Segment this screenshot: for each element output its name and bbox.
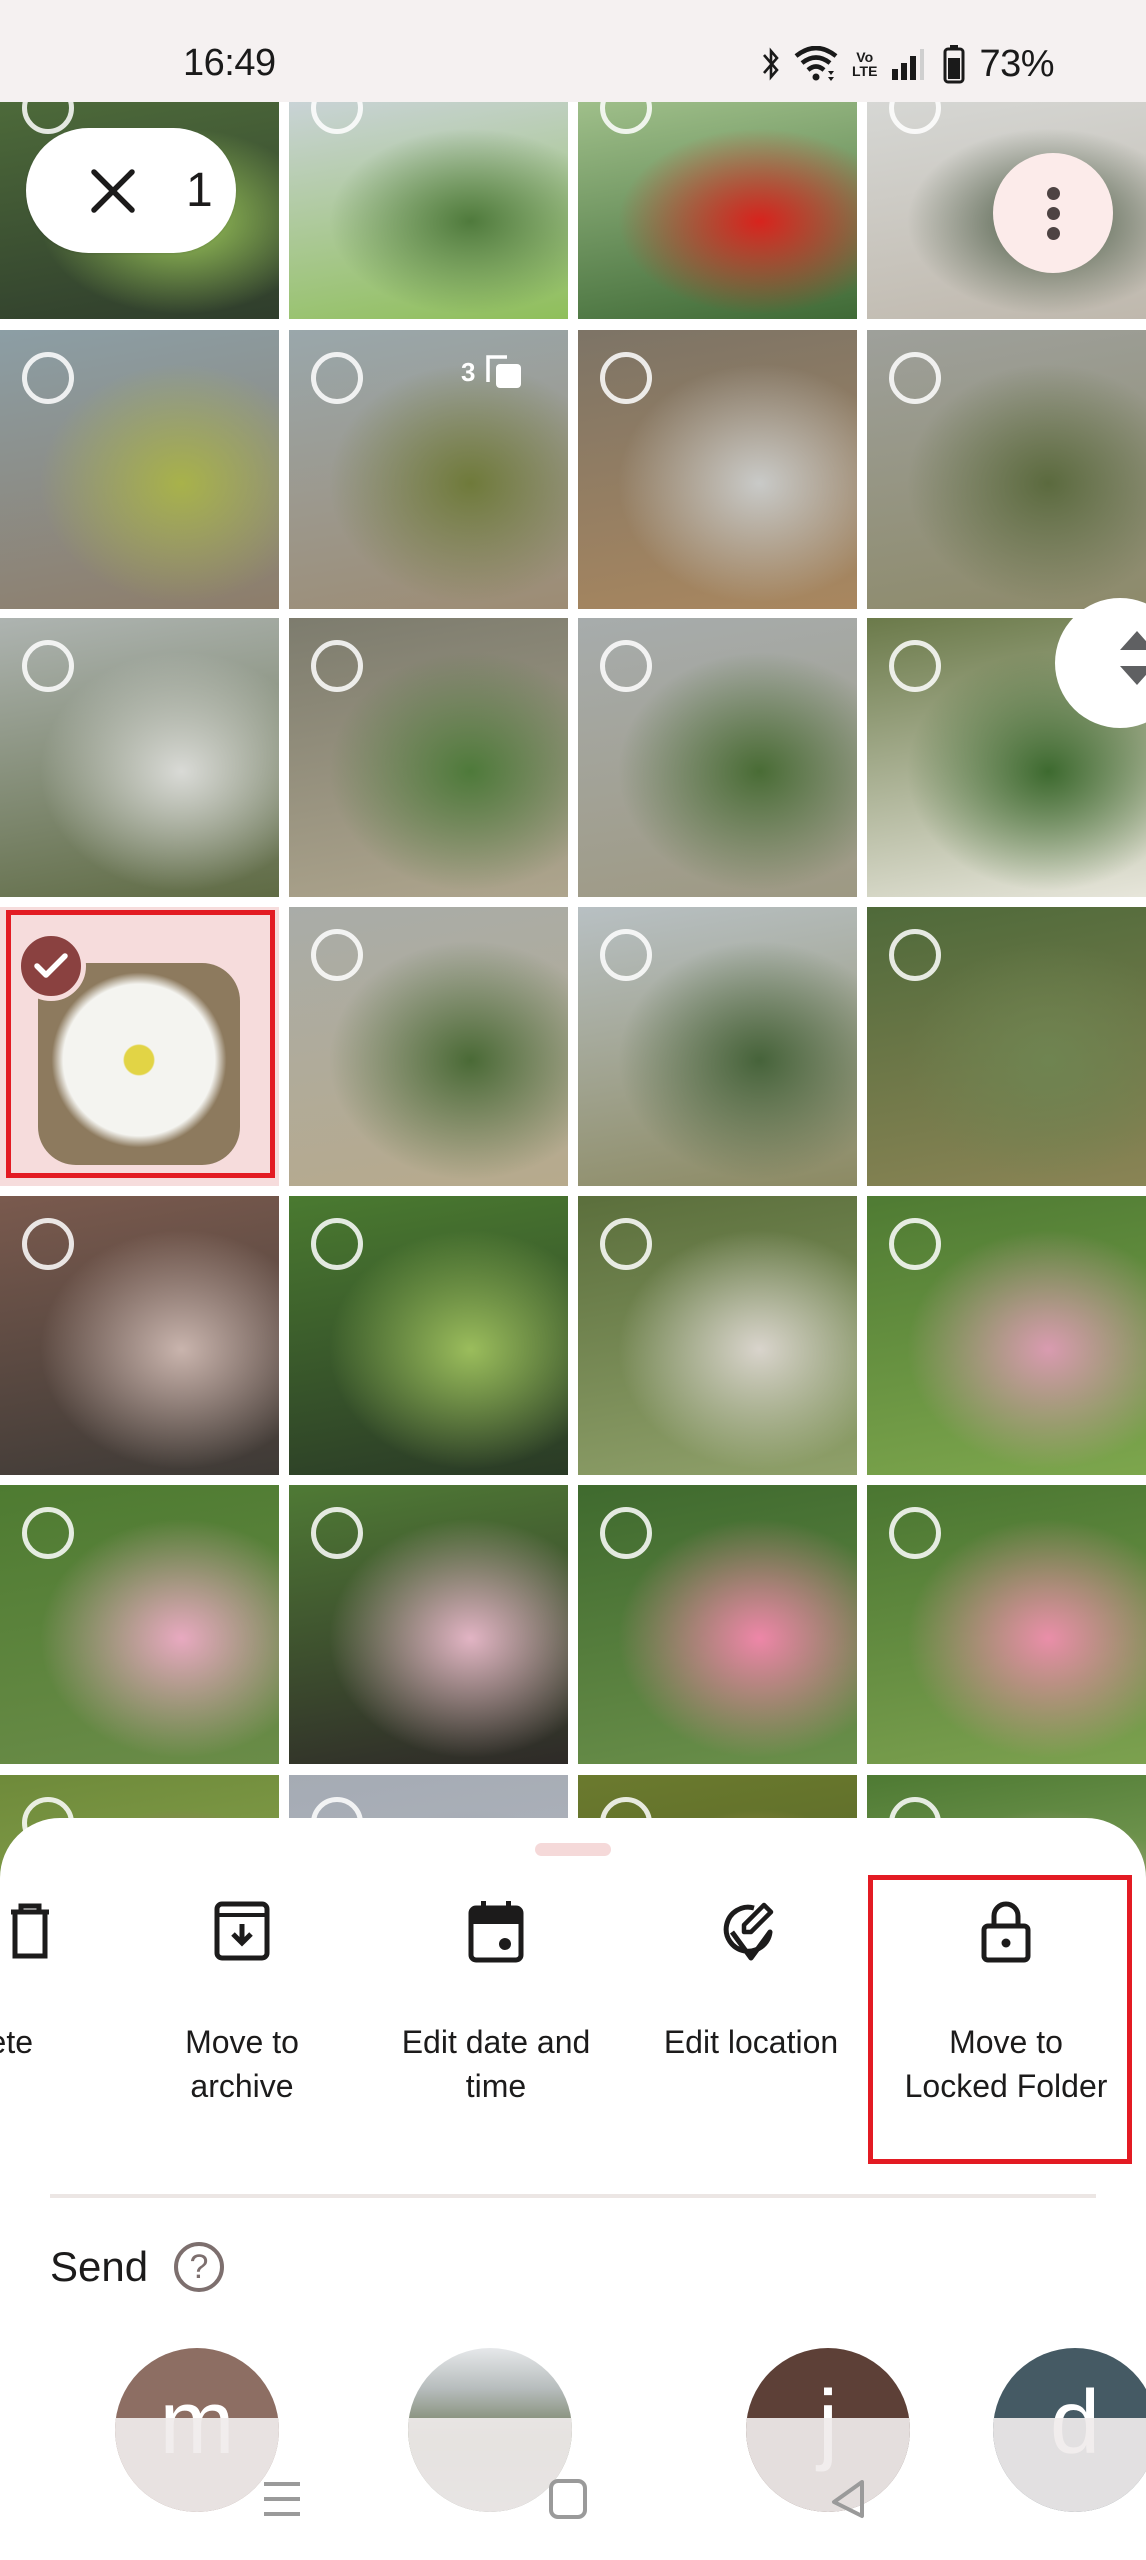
select-circle[interactable] xyxy=(889,102,941,134)
action-archive-label: Move to archive xyxy=(185,2024,299,2104)
photo-tile[interactable] xyxy=(289,1196,568,1475)
home-icon[interactable] xyxy=(548,2478,588,2520)
photo-tile[interactable] xyxy=(0,330,279,609)
photo-tile[interactable] xyxy=(867,1196,1146,1475)
action-edit-date-label: Edit date and time xyxy=(401,2024,591,2104)
select-circle[interactable] xyxy=(311,640,363,692)
volte-label-top: Vo xyxy=(856,49,874,65)
photo-tile[interactable] xyxy=(289,907,568,1186)
action-move-to-archive[interactable]: Move to archive xyxy=(127,1898,357,2108)
select-circle[interactable] xyxy=(311,102,363,134)
action-delete[interactable]: ete xyxy=(0,1898,145,2064)
photo-tile[interactable] xyxy=(578,1485,857,1764)
status-time: 16:49 xyxy=(183,42,276,84)
select-circle[interactable] xyxy=(889,640,941,692)
photo-tile[interactable] xyxy=(289,1485,568,1764)
select-circle[interactable] xyxy=(889,352,941,404)
action-delete-label: ete xyxy=(0,2024,33,2060)
status-icons: Vo LTE 73% xyxy=(762,42,1054,85)
photo-tile[interactable] xyxy=(0,618,279,897)
select-circle[interactable] xyxy=(600,1218,652,1270)
select-circle[interactable] xyxy=(600,1507,652,1559)
send-title: Send xyxy=(50,2243,149,2290)
photo-tile[interactable] xyxy=(0,1485,279,1764)
select-circle[interactable] xyxy=(600,640,652,692)
burst-count: 3 xyxy=(461,356,476,387)
action-edit-location[interactable]: Edit location xyxy=(636,1898,866,2064)
divider xyxy=(50,2194,1096,2198)
photo-tile[interactable] xyxy=(0,1196,279,1475)
volte-icon: Vo LTE xyxy=(852,50,877,78)
select-circle[interactable] xyxy=(311,929,363,981)
select-circle[interactable] xyxy=(22,1507,74,1559)
photo-tile[interactable] xyxy=(289,102,568,319)
close-icon[interactable] xyxy=(88,166,138,216)
photo-tile[interactable] xyxy=(867,907,1146,1186)
select-circle[interactable] xyxy=(22,1218,74,1270)
select-circle[interactable] xyxy=(889,1218,941,1270)
calendar-icon xyxy=(468,1901,524,1963)
select-circle[interactable] xyxy=(311,1218,363,1270)
more-vert-icon-dot xyxy=(1046,226,1060,240)
selected-photo-highlight xyxy=(6,910,275,1178)
select-circle[interactable] xyxy=(22,352,74,404)
help-icon[interactable]: ? xyxy=(174,2242,224,2292)
back-icon[interactable] xyxy=(828,2478,868,2520)
edit-location-icon xyxy=(723,1902,774,1961)
trash-icon xyxy=(11,1903,49,1959)
action-edit-date-time[interactable]: Edit date and time xyxy=(381,1898,611,2108)
photo-tile[interactable] xyxy=(867,330,1146,609)
photo-tile[interactable] xyxy=(578,907,857,1186)
select-circle[interactable] xyxy=(600,929,652,981)
navigation-bar xyxy=(0,2450,1146,2560)
bluetooth-icon xyxy=(763,47,779,81)
signal-icon xyxy=(892,49,925,80)
photo-tile[interactable] xyxy=(578,102,857,319)
burst-count-badge: 3 xyxy=(461,352,523,392)
selection-pill: 1 xyxy=(26,128,236,253)
more-vert-icon xyxy=(1046,186,1060,200)
select-circle[interactable] xyxy=(311,1507,363,1559)
photo-tile[interactable] xyxy=(867,1485,1146,1764)
photo-tile[interactable]: 3 xyxy=(289,330,568,609)
select-circle[interactable] xyxy=(22,640,74,692)
archive-icon xyxy=(214,1901,270,1961)
burst-stack-icon xyxy=(486,355,522,388)
volte-label-bottom: LTE xyxy=(852,63,878,79)
action-edit-location-label: Edit location xyxy=(663,2024,839,2060)
photo-tile[interactable] xyxy=(289,618,568,897)
battery-icon xyxy=(943,45,965,84)
photo-tile[interactable] xyxy=(578,618,857,897)
more-vert-icon-dot xyxy=(1046,206,1060,220)
battery-percent: 73% xyxy=(979,42,1054,85)
select-circle[interactable] xyxy=(600,102,652,134)
more-options-button[interactable] xyxy=(993,153,1113,273)
recents-icon[interactable] xyxy=(262,2478,302,2520)
select-circle[interactable] xyxy=(889,929,941,981)
bottom-action-sheet: ete Move to archive Edit date and time E… xyxy=(0,1818,1146,2560)
drag-handle[interactable] xyxy=(535,1843,611,1856)
photo-tile[interactable] xyxy=(578,1196,857,1475)
wifi-icon xyxy=(794,46,838,81)
select-circle[interactable] xyxy=(600,352,652,404)
select-circle[interactable] xyxy=(889,1507,941,1559)
selection-count: 1 xyxy=(186,164,213,217)
photo-tile[interactable] xyxy=(578,330,857,609)
scroll-arrows-icon xyxy=(1120,631,1146,685)
select-circle[interactable] xyxy=(22,102,74,134)
select-circle[interactable] xyxy=(311,352,363,404)
locked-folder-highlight xyxy=(868,1875,1132,2164)
status-bar: 16:49 Vo LTE 73% xyxy=(0,0,1146,102)
